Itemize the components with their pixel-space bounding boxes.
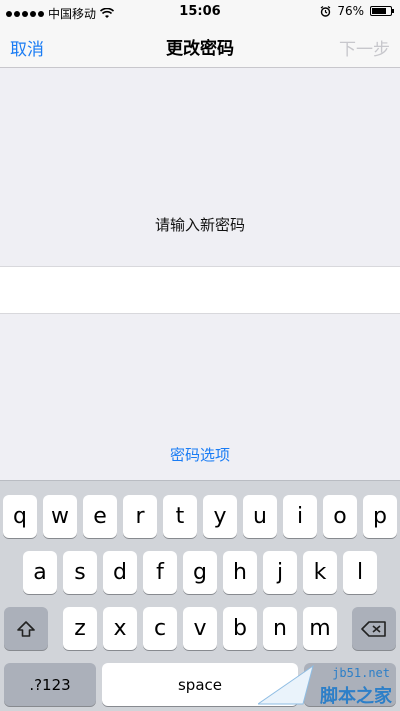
key-f[interactable]: f (143, 551, 177, 594)
new-password-prompt: 请输入新密码 (154, 216, 245, 234)
delete-key[interactable] (352, 607, 396, 650)
battery-icon (370, 6, 394, 16)
key-b[interactable]: b (223, 607, 257, 650)
alarm-clock-icon (320, 5, 331, 17)
key-e[interactable]: e (83, 495, 117, 538)
key-z[interactable]: z (63, 607, 97, 650)
navigation-bar: 取消 更改密码 下一步 (0, 24, 400, 68)
key-g[interactable]: g (183, 551, 217, 594)
key-u[interactable]: u (243, 495, 277, 538)
key-h[interactable]: h (223, 551, 257, 594)
key-r[interactable]: r (123, 495, 157, 538)
key-i[interactable]: i (283, 495, 317, 538)
key-d[interactable]: d (103, 551, 137, 594)
key-y[interactable]: y (203, 495, 237, 538)
password-options-link[interactable]: 密码选项 (0, 444, 400, 465)
numbers-key[interactable]: .?123 (4, 663, 96, 706)
watermark-text: 脚本之家 (320, 686, 392, 707)
delete-icon (361, 620, 386, 637)
key-k[interactable]: k (303, 551, 337, 594)
watermark-logo-icon (258, 664, 314, 705)
key-q[interactable]: q (3, 495, 37, 538)
key-m[interactable]: m (303, 607, 337, 650)
key-n[interactable]: n (263, 607, 297, 650)
key-w[interactable]: w (43, 495, 77, 538)
shift-key[interactable] (4, 607, 48, 650)
battery-percent: 76% (337, 4, 364, 18)
watermark-domain: jb51.net (332, 666, 390, 680)
battery-level (372, 8, 386, 14)
key-o[interactable]: o (323, 495, 357, 538)
status-right: 76% (320, 4, 394, 18)
key-a[interactable]: a (23, 551, 57, 594)
key-p[interactable]: p (363, 495, 397, 538)
key-l[interactable]: l (343, 551, 377, 594)
watermark: jb51.net 脚本之家 (258, 664, 396, 708)
new-password-field[interactable] (0, 266, 400, 314)
key-t[interactable]: t (163, 495, 197, 538)
next-step-button[interactable]: 下一步 (339, 35, 390, 60)
status-bar: 中国移动 15:06 76% (0, 0, 400, 24)
shift-icon (17, 620, 35, 637)
key-c[interactable]: c (143, 607, 177, 650)
key-x[interactable]: x (103, 607, 137, 650)
key-v[interactable]: v (183, 607, 217, 650)
key-s[interactable]: s (63, 551, 97, 594)
key-j[interactable]: j (263, 551, 297, 594)
